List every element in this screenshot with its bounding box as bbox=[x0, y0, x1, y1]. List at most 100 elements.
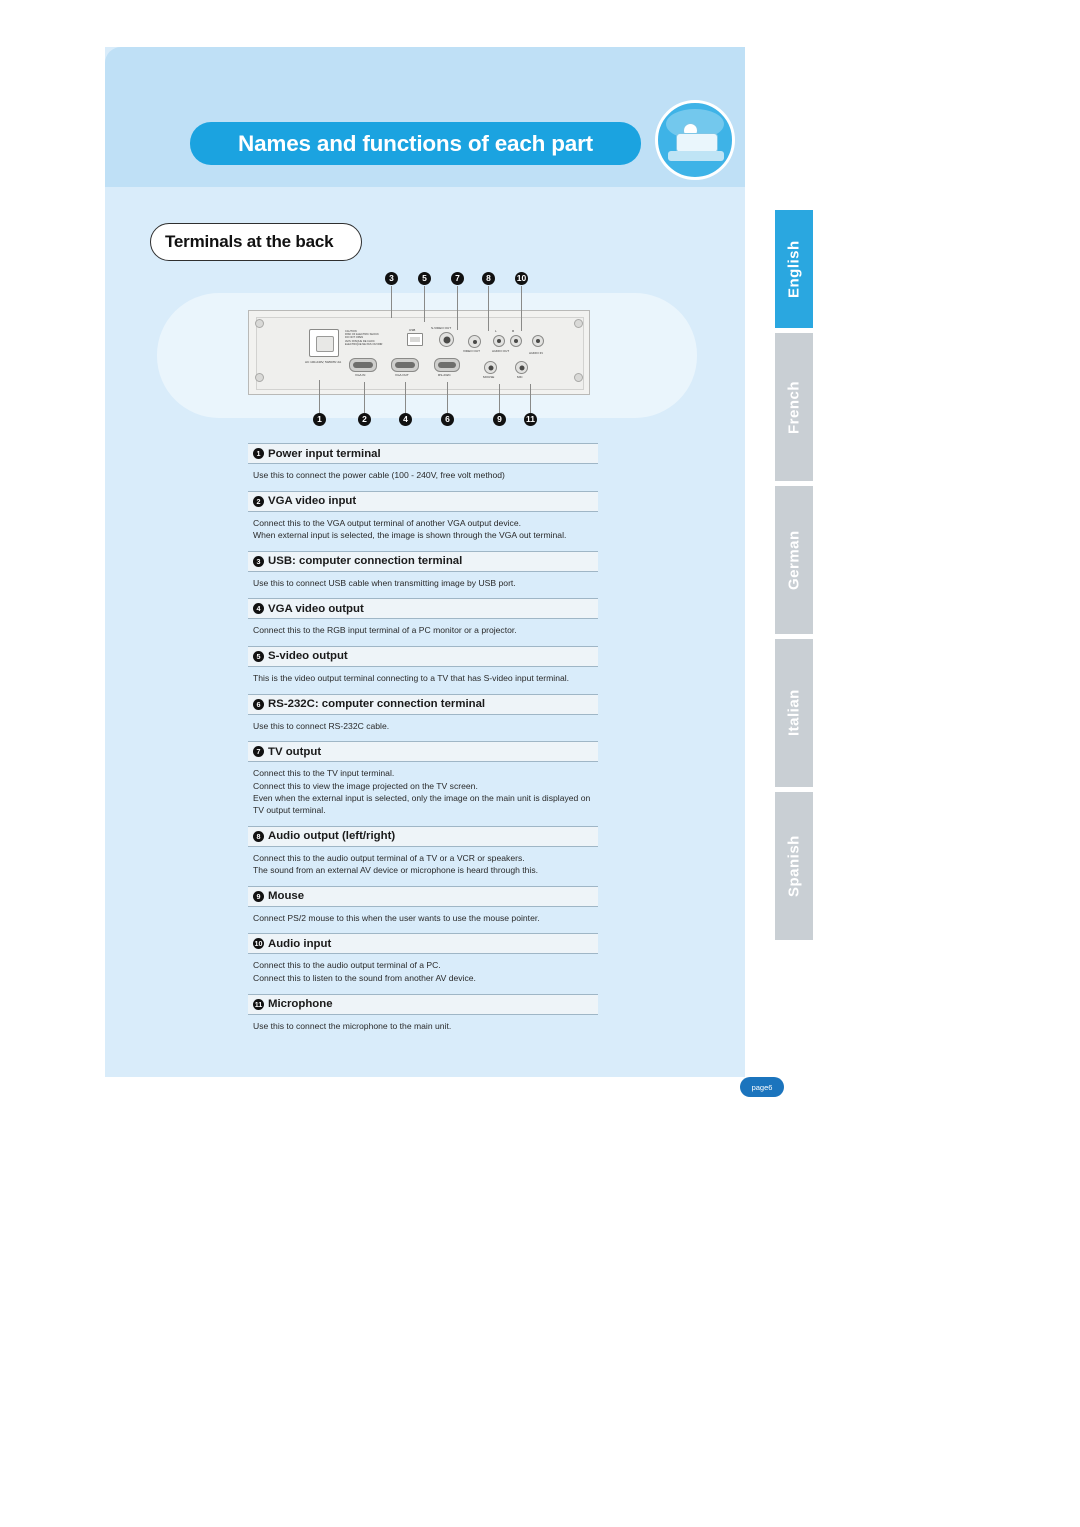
definition-line: Even when the external input is selected… bbox=[253, 793, 591, 815]
definition-label: Power input terminal bbox=[268, 447, 381, 460]
definition-title: 3 USB: computer connection terminal bbox=[248, 550, 598, 572]
callout-leader bbox=[364, 382, 365, 413]
definition-body: Use this to connect RS-232C cable. bbox=[248, 715, 598, 742]
label-mic: MIC bbox=[517, 375, 523, 379]
panel-screw-icon bbox=[255, 319, 264, 328]
definition-body: Connect PS/2 mouse to this when the user… bbox=[248, 907, 598, 934]
caution-text: CAUTION RISK OF ELECTRIC SHOCK DO NOT OPEN… bbox=[345, 330, 383, 346]
callout-7: 7 bbox=[451, 272, 464, 285]
definition-label: TV output bbox=[268, 745, 322, 758]
language-tab-italian[interactable]: Italian bbox=[775, 639, 813, 787]
definition-title: 5 S-video output bbox=[248, 645, 598, 667]
definition-line: Use this to connect RS-232C cable. bbox=[253, 720, 390, 731]
definition-number: 6 bbox=[253, 698, 264, 710]
usb-connector bbox=[407, 333, 423, 346]
panel-screw-icon bbox=[574, 373, 583, 382]
definition-number: 8 bbox=[253, 830, 264, 842]
language-tab-german[interactable]: German bbox=[775, 486, 813, 634]
definition-title: 7 TV output bbox=[248, 741, 598, 763]
header-panel-inner bbox=[143, 47, 745, 187]
definition-body: Use this to connect the power cable (100… bbox=[248, 464, 598, 491]
definition-line: Connect this to the TV input terminal. bbox=[253, 768, 395, 779]
definition-body: Connect this to the audio output termina… bbox=[248, 954, 598, 993]
definition-line: Use this to connect the microphone to th… bbox=[253, 1020, 452, 1031]
definition-body: Connect this to the VGA output terminal … bbox=[248, 512, 598, 551]
label-audio-in: AUDIO IN bbox=[529, 351, 543, 355]
definition-title: 10 Audio input bbox=[248, 933, 598, 955]
microphone-connector bbox=[515, 361, 528, 374]
callout-leader bbox=[424, 286, 425, 322]
definition-number: 2 bbox=[253, 495, 264, 507]
definition-line: Connect this to listen to the sound from… bbox=[253, 972, 476, 983]
page-title: Names and functions of each part bbox=[238, 130, 593, 156]
definition-title: 6 RS-232C: computer connection terminal bbox=[248, 693, 598, 715]
definition-label: VGA video output bbox=[268, 602, 364, 615]
definition-title: 9 Mouse bbox=[248, 885, 598, 907]
definition-label: Audio input bbox=[268, 937, 332, 950]
definition-body: This is the video output terminal connec… bbox=[248, 667, 598, 694]
definition-label: RS-232C: computer connection terminal bbox=[268, 698, 486, 711]
document-page: Names and functions of each part Termina… bbox=[0, 0, 1080, 1527]
definition-title: 8 Audio output (left/right) bbox=[248, 825, 598, 847]
label-vga-in: VGA IN bbox=[355, 373, 366, 377]
definition-line: Connect this to the VGA output terminal … bbox=[253, 517, 522, 528]
callout-leader bbox=[405, 382, 406, 413]
definition-line: Connect this to the audio output termina… bbox=[253, 852, 525, 863]
label-mouse: MOUSE bbox=[483, 375, 495, 379]
definition-line: The sound from an external AV device or … bbox=[253, 865, 539, 876]
terminal-definitions-list: 1 Power input terminal Use this to conne… bbox=[248, 443, 598, 1041]
label-rs232c: RS-232C bbox=[438, 373, 451, 377]
language-tabs: English French German Italian Spanish bbox=[775, 210, 813, 945]
definition-line: Connect this to the RGB input terminal o… bbox=[253, 625, 517, 636]
language-tab-english[interactable]: English bbox=[775, 210, 813, 328]
label-power: AC 100-240V, 50/60Hz 2A bbox=[305, 360, 342, 364]
label-audio-out-l: L bbox=[495, 329, 497, 333]
terminal-panel-photo: AC 100-240V, 50/60Hz 2A CAUTION RISK OF E… bbox=[248, 310, 590, 395]
audio-out-left-connector bbox=[493, 335, 505, 347]
projector-body-icon bbox=[676, 133, 718, 153]
definition-body: Use this to connect the microphone to th… bbox=[248, 1015, 598, 1042]
panel-screw-icon bbox=[255, 373, 264, 382]
callout-6: 6 bbox=[441, 413, 454, 426]
definition-number: 1 bbox=[253, 448, 264, 459]
definition-line: Use this to connect USB cable when trans… bbox=[253, 577, 516, 588]
definition-number: 9 bbox=[253, 890, 264, 902]
definition-number: 7 bbox=[253, 746, 264, 758]
power-input-connector bbox=[309, 329, 339, 357]
vga-in-connector bbox=[349, 358, 377, 372]
callout-leader bbox=[447, 382, 448, 413]
callout-leader bbox=[499, 384, 500, 413]
definition-line: Connect this to view the image projected… bbox=[253, 780, 478, 791]
audio-out-right-connector bbox=[510, 335, 522, 347]
definition-number: 4 bbox=[253, 603, 264, 615]
s-video-out-connector bbox=[439, 332, 454, 347]
language-tab-spanish[interactable]: Spanish bbox=[775, 792, 813, 940]
callout-5: 5 bbox=[418, 272, 431, 285]
definition-line: When external input is selected, the ima… bbox=[253, 530, 567, 541]
definition-title: 1 Power input terminal bbox=[248, 443, 598, 464]
projector-base-icon bbox=[668, 151, 724, 161]
audio-in-connector bbox=[532, 335, 544, 347]
callout-1: 1 bbox=[313, 413, 326, 426]
callout-3: 3 bbox=[385, 272, 398, 285]
language-tab-french[interactable]: French bbox=[775, 333, 813, 481]
definition-line: Connect PS/2 mouse to this when the user… bbox=[253, 912, 540, 923]
mouse-connector bbox=[484, 361, 497, 374]
label-audio-out-r: R bbox=[512, 329, 515, 333]
projector-icon bbox=[655, 100, 735, 180]
callout-8: 8 bbox=[482, 272, 495, 285]
definition-line: Connect this to the audio output termina… bbox=[253, 960, 441, 971]
callout-leader bbox=[319, 380, 320, 413]
label-s-video-out: S-VIDEO OUT bbox=[431, 326, 452, 330]
page-number-badge: page6 bbox=[740, 1077, 784, 1097]
callout-leader bbox=[391, 286, 392, 318]
rs232c-connector bbox=[434, 358, 460, 372]
section-tab-label: Terminals at the back bbox=[165, 232, 334, 251]
callout-4: 4 bbox=[399, 413, 412, 426]
label-audio-out: AUDIO OUT bbox=[492, 349, 510, 353]
callout-leader bbox=[530, 384, 531, 413]
definition-body: Connect this to the audio output termina… bbox=[248, 847, 598, 886]
label-video-out: VIDEO OUT bbox=[463, 349, 481, 353]
tv-video-out-connector bbox=[468, 335, 481, 348]
definition-number: 11 bbox=[253, 998, 264, 1010]
